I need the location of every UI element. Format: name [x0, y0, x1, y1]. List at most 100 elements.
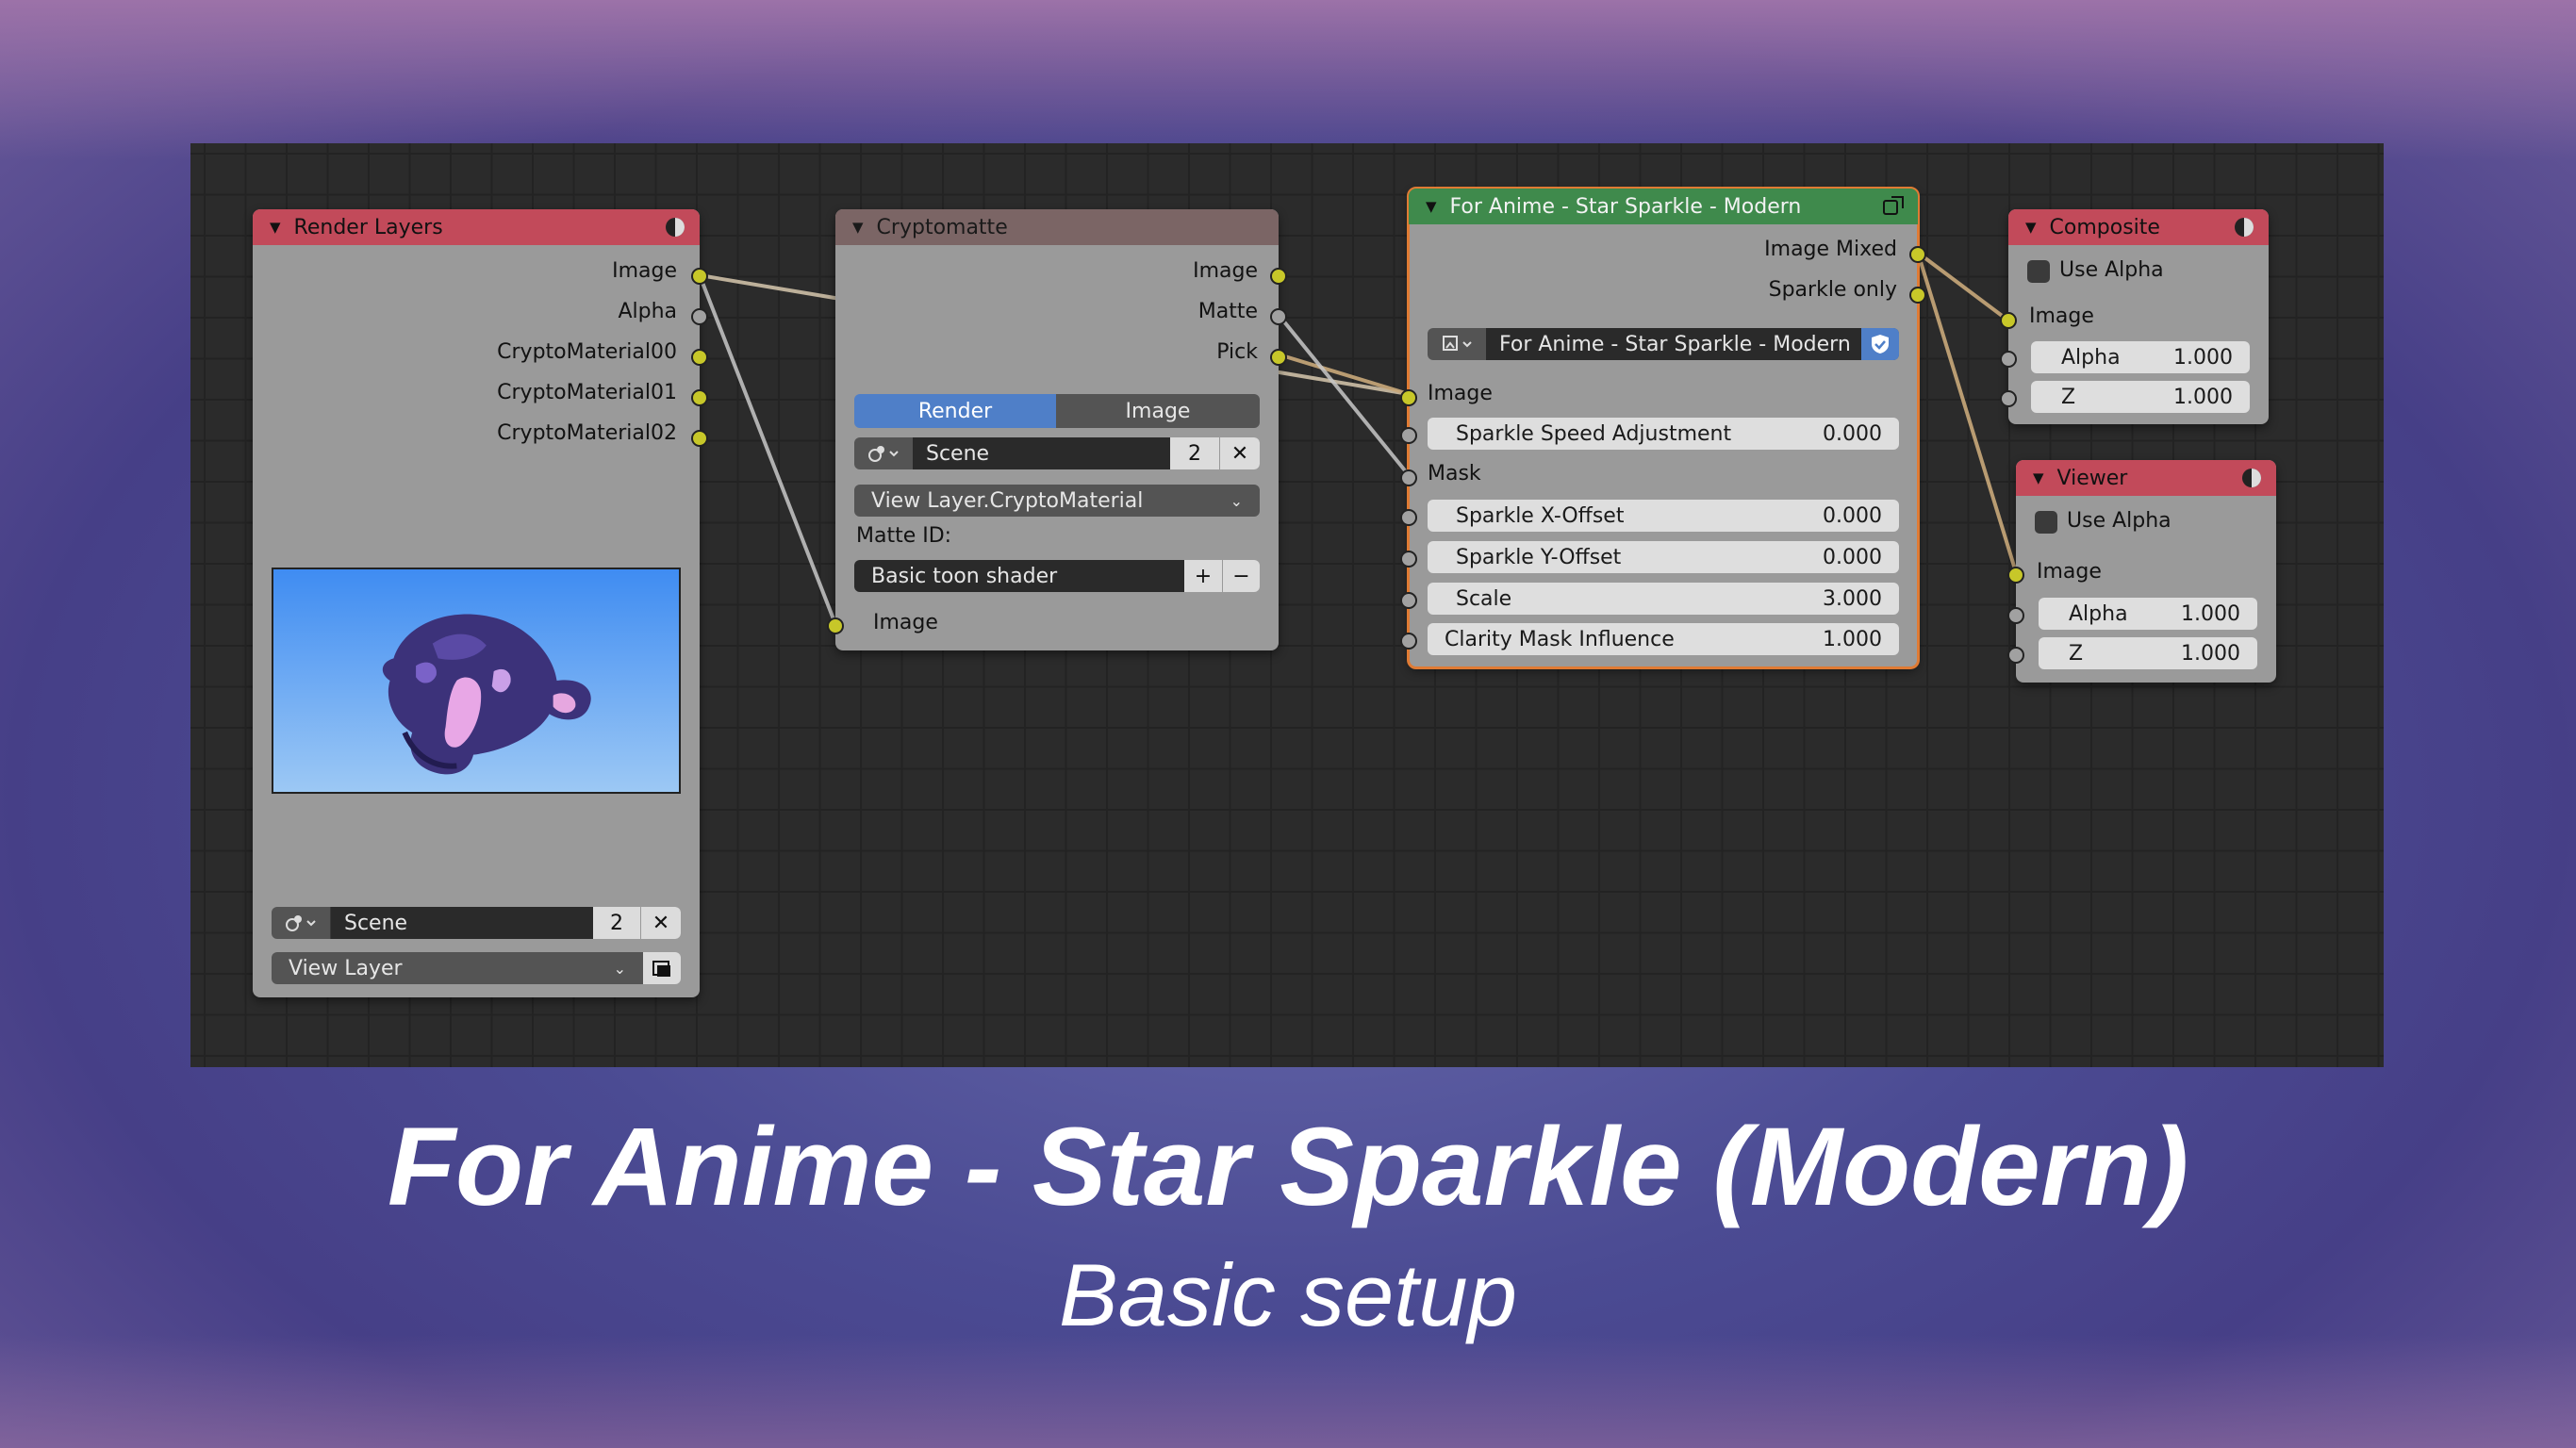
socket-image-in[interactable]	[1400, 389, 1417, 406]
scene-name-field[interactable]: Scene	[913, 437, 1170, 469]
socket-scale-in[interactable]	[1400, 592, 1417, 609]
socket-clarity-mask-in[interactable]	[1400, 633, 1417, 650]
param-scale[interactable]: Scale 3.000	[1428, 583, 1899, 615]
tab-render[interactable]: Render	[854, 394, 1056, 428]
scene-name-field[interactable]: Scene	[331, 907, 593, 939]
output-cryptomaterial01-label: CryptoMaterial01	[497, 381, 677, 404]
socket-image-mixed-out[interactable]	[1909, 246, 1926, 263]
matte-id-label: Matte ID:	[856, 524, 952, 548]
input-mask-label: Mask	[1428, 462, 1481, 485]
render-preview-icon[interactable]	[664, 216, 686, 239]
param-sparkle-x-offset[interactable]: Sparkle X-Offset 0.000	[1428, 500, 1899, 532]
alpha-label: Alpha	[2061, 345, 2121, 370]
socket-alpha-in[interactable]	[2000, 351, 2017, 368]
socket-image-out[interactable]	[691, 268, 708, 285]
collapse-arrow-icon[interactable]: ▼	[2033, 469, 2044, 486]
view-layer-dropdown[interactable]: View Layer ⌄	[272, 952, 643, 984]
render-preview-image	[272, 568, 681, 794]
unlink-scene-icon[interactable]: ✕	[1219, 437, 1260, 469]
fake-user-shield-icon[interactable]	[1861, 328, 1899, 360]
param-sparkle-y-offset[interactable]: Sparkle Y-Offset 0.000	[1428, 541, 1899, 573]
socket-alpha-out[interactable]	[691, 308, 708, 325]
socket-x-offset-in[interactable]	[1400, 509, 1417, 526]
scene-browse-icon[interactable]	[854, 437, 913, 469]
socket-image-out[interactable]	[1270, 268, 1287, 285]
node-title: For Anime - Star Sparkle - Modern	[1449, 194, 1802, 219]
cryptomatte-node[interactable]: ▼ Cryptomatte Image Matte Pick Render Im…	[827, 209, 1287, 650]
socket-matte-out[interactable]	[1270, 308, 1287, 325]
node-group-selector[interactable]: For Anime - Star Sparkle - Modern	[1428, 328, 1899, 360]
socket-z-in[interactable]	[2007, 647, 2024, 664]
socket-image-in[interactable]	[2000, 312, 2017, 329]
composite-header[interactable]: ▼ Composite	[2008, 209, 2269, 245]
socket-mask-in[interactable]	[1400, 469, 1417, 486]
caption-title: For Anime - Star Sparkle (Modern)	[387, 1105, 2189, 1229]
render-layers-node[interactable]: ▼ Render Layers Image Alpha CryptoMateri…	[253, 209, 708, 997]
node-group-name[interactable]: For Anime - Star Sparkle - Modern	[1486, 328, 1861, 360]
scene-selector[interactable]: Scene 2 ✕	[272, 907, 681, 939]
collapse-arrow-icon[interactable]: ▼	[1426, 198, 1437, 215]
param-sparkle-speed-adjustment[interactable]: Sparkle Speed Adjustment 0.000	[1428, 418, 1899, 450]
link-crypto-matte-to-sparkle-mask	[1277, 313, 1411, 477]
render-preview-icon[interactable]	[2240, 467, 2263, 489]
socket-cryptomaterial00-out[interactable]	[691, 349, 708, 366]
input-image-label: Image	[873, 611, 938, 634]
param-value: 0.000	[1823, 545, 1882, 569]
star-sparkle-header[interactable]: ▼ For Anime - Star Sparkle - Modern	[1409, 189, 1918, 224]
output-image-mixed-label: Image Mixed	[1764, 238, 1897, 261]
add-matte-button[interactable]: +	[1184, 560, 1222, 592]
collapse-arrow-icon[interactable]: ▼	[270, 219, 281, 236]
use-alpha-label: Use Alpha	[2067, 509, 2171, 533]
socket-cryptomaterial02-out[interactable]	[691, 430, 708, 447]
param-clarity-mask-influence[interactable]: Clarity Mask Influence 1.000	[1428, 623, 1899, 655]
socket-sparkle-only-out[interactable]	[1909, 287, 1926, 304]
alpha-field[interactable]: Alpha 1.000	[2031, 341, 2250, 373]
scene-selector[interactable]: Scene 2 ✕	[854, 437, 1260, 469]
link-sparkle-to-composite	[1916, 251, 2010, 322]
use-alpha-checkbox[interactable]	[2027, 260, 2050, 283]
scene-users-count: 2	[593, 907, 640, 939]
socket-sparkle-speed-in[interactable]	[1400, 427, 1417, 444]
socket-cryptomaterial01-out[interactable]	[691, 389, 708, 406]
use-alpha-checkbox[interactable]	[2035, 511, 2057, 534]
viewer-node[interactable]: ▼ Viewer Use Alpha Image Alpha 1.000 Z 1…	[2007, 460, 2276, 683]
socket-alpha-in[interactable]	[2007, 607, 2024, 624]
alpha-field[interactable]: Alpha 1.000	[2039, 598, 2257, 630]
collapse-arrow-icon[interactable]: ▼	[852, 219, 864, 236]
node-title: Render Layers	[293, 215, 443, 239]
render-preview-icon[interactable]	[2233, 216, 2255, 239]
matte-id-input[interactable]: Basic toon shader	[854, 560, 1184, 592]
z-label: Z	[2061, 385, 2076, 409]
socket-z-in[interactable]	[2000, 390, 2017, 407]
tab-image[interactable]: Image	[1056, 394, 1260, 428]
cryptomatte-header[interactable]: ▼ Cryptomatte	[835, 209, 1279, 245]
node-editor-canvas[interactable]: ▼ Render Layers Image Alpha CryptoMateri…	[190, 143, 2384, 1067]
layer-dropdown[interactable]: View Layer.CryptoMaterial ⌄	[854, 485, 1260, 517]
render-layer-icon[interactable]	[643, 952, 681, 984]
remove-matte-button[interactable]: −	[1222, 560, 1260, 592]
z-field[interactable]: Z 1.000	[2039, 637, 2257, 669]
viewer-header[interactable]: ▼ Viewer	[2016, 460, 2276, 496]
socket-y-offset-in[interactable]	[1400, 551, 1417, 568]
socket-image-in[interactable]	[2007, 567, 2024, 584]
node-group-icon[interactable]	[1882, 195, 1905, 218]
collapse-arrow-icon[interactable]: ▼	[2025, 219, 2037, 236]
composite-node[interactable]: ▼ Composite Use Alpha Image Alpha 1.000 …	[2000, 209, 2269, 424]
chevron-down-icon: ⌄	[613, 959, 626, 978]
unlink-scene-icon[interactable]: ✕	[640, 907, 681, 939]
matte-id-value: Basic toon shader	[871, 564, 1058, 588]
socket-pick-out[interactable]	[1270, 349, 1287, 366]
param-label: Clarity Mask Influence	[1445, 627, 1675, 651]
param-value: 3.000	[1823, 586, 1882, 611]
scene-browse-icon[interactable]	[272, 907, 331, 939]
render-layers-header[interactable]: ▼ Render Layers	[253, 209, 700, 245]
node-tree-browse-icon[interactable]	[1428, 328, 1486, 360]
star-sparkle-group-node[interactable]: ▼ For Anime - Star Sparkle - Modern Imag…	[1400, 187, 1926, 669]
z-label: Z	[2069, 641, 2084, 666]
socket-image-in[interactable]	[827, 617, 844, 634]
param-label: Sparkle Speed Adjustment	[1456, 421, 1732, 446]
background-bottom-glow	[0, 1335, 2576, 1448]
output-image-label: Image	[1193, 259, 1258, 283]
caption-subtitle: Basic setup	[1059, 1245, 1517, 1344]
z-field[interactable]: Z 1.000	[2031, 381, 2250, 413]
